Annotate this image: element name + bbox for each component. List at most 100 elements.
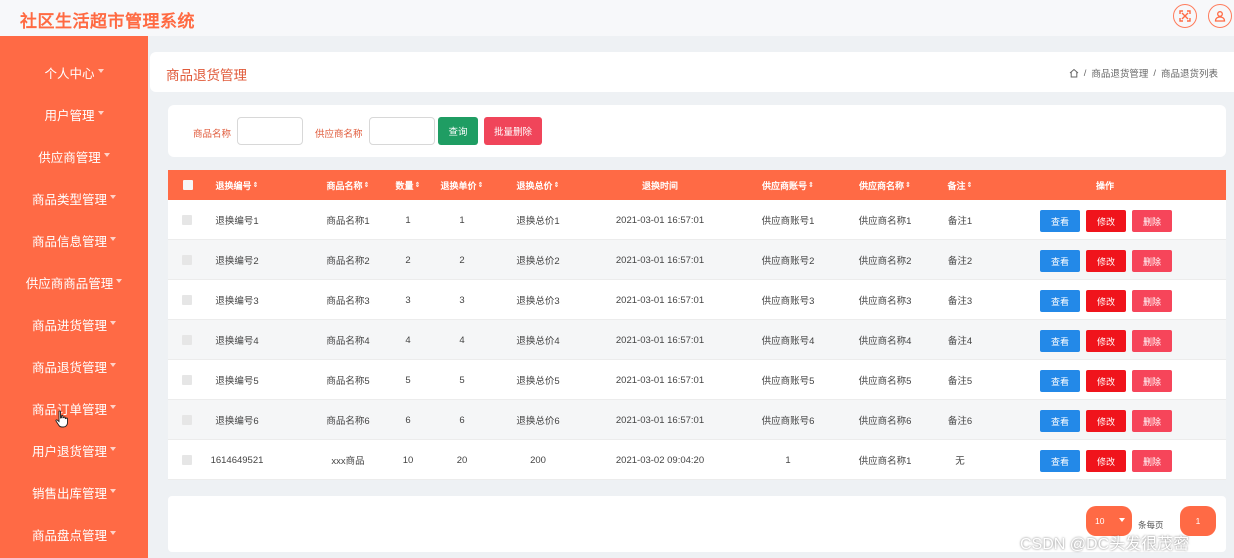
column-header: 操作 <box>1055 170 1155 200</box>
table-cell: 2021-03-01 16:57:01 <box>615 334 705 346</box>
column-header-label: 退换单价 <box>440 180 477 191</box>
column-header: 退换时间 <box>610 170 710 200</box>
delete-button[interactable]: 删除 <box>1132 450 1172 472</box>
sidebar-item-label: 供应商商品管理 <box>25 276 114 291</box>
view-button[interactable]: 查看 <box>1040 250 1080 272</box>
chevron-down-icon <box>110 531 116 535</box>
table-row: 退换编号3 商品名称3 3 3 退换总价3 2021-03-01 16:57:01 供应商账… <box>168 280 1226 320</box>
breadcrumb-item[interactable]: 商品退货管理 <box>1091 66 1148 80</box>
table-cell: 供应商账号5 <box>761 376 815 387</box>
table-cell: 供应商账号1 <box>761 216 815 227</box>
supplier-name-input[interactable] <box>369 117 435 145</box>
delete-button[interactable]: 删除 <box>1132 330 1172 352</box>
sidebar-item-label: 商品进货管理 <box>31 318 107 333</box>
sidebar-item[interactable]: 销售出库管理 <box>0 471 148 513</box>
delete-button[interactable]: 删除 <box>1132 210 1172 232</box>
sidebar-item-label: 商品退货管理 <box>31 360 107 375</box>
column-header-label: 供应商账号 <box>762 180 808 191</box>
edit-button[interactable]: 修改 <box>1086 450 1126 472</box>
table-cell: 退换编号2 <box>215 256 259 267</box>
edit-button[interactable]: 修改 <box>1086 290 1126 312</box>
home-icon[interactable] <box>1069 68 1079 78</box>
search-panel: 商品名称 供应商名称 查询 批量删除 <box>168 105 1226 157</box>
app-title: 社区生活超市管理系统 <box>20 12 195 31</box>
chevron-down-icon <box>97 69 104 73</box>
sidebar-item[interactable]: 用户管理 <box>0 93 148 135</box>
sort-icon[interactable]: ⇕ <box>478 181 484 189</box>
sidebar: 个人中心 用户管理 供应商管理 商品类型管理 商品信息管理 供应商商品管理 商品进货管理 商品… <box>0 36 148 558</box>
view-button[interactable]: 查看 <box>1040 450 1080 472</box>
sidebar-item[interactable]: 商品信息管理 <box>0 219 148 261</box>
table-cell: 1 <box>785 454 791 466</box>
table-cell: 备注1 <box>947 216 973 227</box>
edit-button[interactable]: 修改 <box>1086 370 1126 392</box>
table-cell: 退换总价5 <box>516 376 560 387</box>
table-row: 退换编号6 商品名称6 6 6 退换总价6 2021-03-01 16:57:01 供应商账… <box>168 400 1226 440</box>
breadcrumb-item: 商品退货列表 <box>1160 69 1218 80</box>
chevron-down-icon <box>110 447 116 451</box>
sidebar-item-label: 用户退货管理 <box>31 444 107 459</box>
query-button[interactable]: 查询 <box>438 117 478 145</box>
sidebar-item[interactable]: 供应商商品管理 <box>0 261 148 303</box>
sidebar-item[interactable]: 用户退货管理 <box>0 429 148 471</box>
view-button[interactable]: 查看 <box>1040 330 1080 352</box>
product-name-input[interactable] <box>237 117 303 145</box>
column-header-label: 供应商名称 <box>859 180 905 191</box>
view-button[interactable]: 查看 <box>1040 290 1080 312</box>
column-header[interactable]: 供应商账号 ⇕ <box>738 170 838 200</box>
column-header[interactable]: 退换编号 ⇕ <box>187 170 287 200</box>
chevron-down-icon <box>110 321 116 325</box>
sort-icon[interactable]: ⇕ <box>253 181 259 189</box>
product-name-label: 商品名称 <box>193 129 232 140</box>
edit-button[interactable]: 修改 <box>1086 330 1126 352</box>
sidebar-item-label: 商品盘点管理 <box>31 528 107 543</box>
sort-icon[interactable]: ⇕ <box>808 181 814 189</box>
returns-table: 退换编号 ⇕ 商品名称 ⇕ 数量 ⇕ 退换单价 ⇕ 退换总价 ⇕ 退换时间 供应商账号 ⇕ 供应商名称 ⇕ 备… <box>168 170 1226 480</box>
chevron-down-icon <box>116 279 123 283</box>
edit-button[interactable]: 修改 <box>1086 410 1126 432</box>
fullscreen-icon[interactable] <box>1173 4 1197 28</box>
table-row: 退换编号4 商品名称4 4 4 退换总价4 2021-03-01 16:57:01 供应商账… <box>168 320 1226 360</box>
column-header[interactable]: 退换总价 ⇕ <box>488 170 588 200</box>
sort-icon[interactable]: ⇕ <box>554 181 560 189</box>
edit-button[interactable]: 修改 <box>1086 250 1126 272</box>
sort-icon[interactable]: ⇕ <box>967 181 973 189</box>
chevron-down-icon <box>110 195 116 199</box>
table-cell: 2021-03-01 16:57:01 <box>615 294 705 306</box>
table-cell: 退换总价3 <box>516 296 560 307</box>
view-button[interactable]: 查看 <box>1040 370 1080 392</box>
sidebar-item[interactable]: 商品进货管理 <box>0 303 148 345</box>
table-cell: 无 <box>955 456 965 467</box>
table-cell: 供应商账号3 <box>761 296 815 307</box>
sidebar-item-label: 商品类型管理 <box>31 192 107 207</box>
table-row: 退换编号5 商品名称5 5 5 退换总价5 2021-03-01 16:57:01 供应商账… <box>168 360 1226 400</box>
delete-button[interactable]: 删除 <box>1132 370 1172 392</box>
delete-button[interactable]: 删除 <box>1132 290 1172 312</box>
sidebar-item[interactable]: 供应商管理 <box>0 135 148 177</box>
view-button[interactable]: 查看 <box>1040 410 1080 432</box>
table-cell: 退换总价4 <box>516 336 560 347</box>
sidebar-item[interactable]: 商品盘点管理 <box>0 513 148 555</box>
sidebar-item[interactable]: 商品订单管理 <box>0 387 148 429</box>
sidebar-item[interactable]: 商品类型管理 <box>0 177 148 219</box>
chevron-down-icon <box>110 363 116 367</box>
column-header[interactable]: 备注 ⇕ <box>910 170 1010 200</box>
edit-button[interactable]: 修改 <box>1086 210 1126 232</box>
table-row: 1614649521 xxx商品 10 20 200 2021-03-02 09:04:2… <box>168 440 1226 480</box>
column-header-label: 备注 <box>947 180 966 191</box>
sidebar-item[interactable]: 商品退货管理 <box>0 345 148 387</box>
mouse-cursor-hand-icon <box>55 410 68 428</box>
delete-button[interactable]: 删除 <box>1132 410 1172 432</box>
batch-delete-button[interactable]: 批量删除 <box>484 117 542 145</box>
sidebar-item[interactable]: 个人中心 <box>0 51 148 93</box>
table-cell: 供应商账号2 <box>761 256 815 267</box>
table-cell: 退换编号4 <box>215 336 259 347</box>
user-icon[interactable] <box>1208 4 1232 28</box>
delete-button[interactable]: 删除 <box>1132 250 1172 272</box>
column-header-label: 操作 <box>1095 180 1114 191</box>
table-cell: 2021-03-02 09:04:20 <box>615 454 705 466</box>
column-header-label: 数量 <box>395 180 414 191</box>
table-cell: 200 <box>530 454 546 466</box>
view-button[interactable]: 查看 <box>1040 210 1080 232</box>
table-row: 退换编号1 商品名称1 1 1 退换总价1 2021-03-01 16:57:01 供应商账… <box>168 200 1226 240</box>
